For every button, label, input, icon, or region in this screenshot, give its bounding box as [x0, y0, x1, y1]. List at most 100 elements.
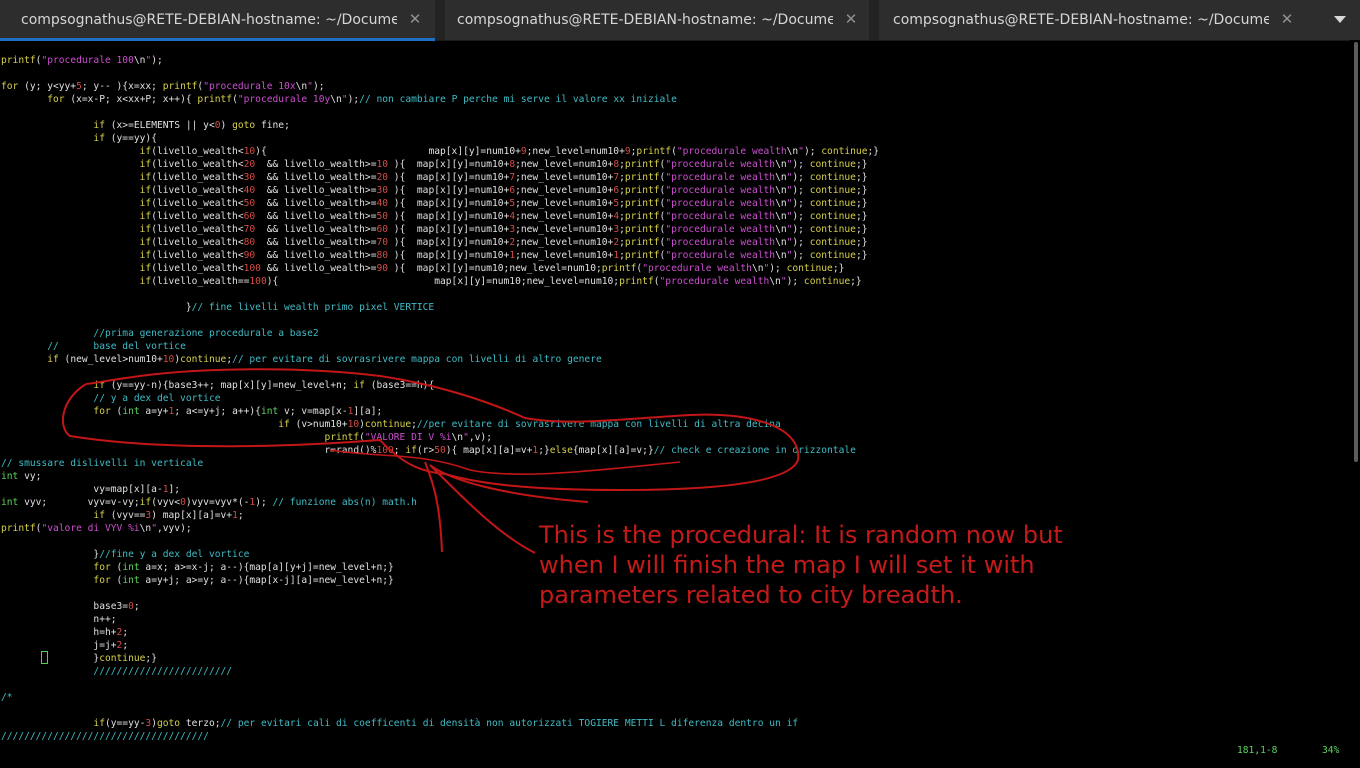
code-token: j=j+: [1, 640, 117, 651]
code-token: vy=map[x][a-: [1, 484, 163, 495]
code-token: "procedurale wealth: [665, 198, 776, 209]
code-token: printf: [624, 198, 660, 209]
code-token: 30: [243, 172, 256, 183]
code-line: j=j+2;: [1, 639, 128, 652]
code-token: if: [93, 133, 105, 144]
code-token: ;}: [855, 224, 868, 235]
code-token: );: [255, 497, 273, 508]
code-token: // y a dex del vortice: [93, 393, 221, 404]
code-line: for (int a=x; a>=x-j; a--){map[a][y+j]=n…: [1, 561, 394, 574]
code-token: (vyv==: [104, 510, 146, 521]
code-token: (y==yy-: [104, 718, 146, 729]
code-line: base3=0;: [1, 600, 139, 613]
code-token: \n: [775, 224, 787, 235]
code-line: int vy;: [1, 470, 41, 483]
code-token: "valore di VYV %i: [41, 523, 140, 534]
code-token: printf: [1, 55, 36, 66]
code-token: printf: [162, 81, 198, 92]
code-token: 40: [243, 185, 256, 196]
code-token: (livello_wealth<: [151, 237, 244, 248]
code-token: );: [769, 263, 787, 274]
code-token: 30: [376, 185, 389, 196]
code-token: (livello_wealth<: [151, 146, 244, 157]
code-token: n++;: [1, 614, 117, 625]
code-line: }//fine y a dex del vortice: [1, 548, 249, 561]
code-line: for (y; y<yy+5; y-- ){x=xx; printf("proc…: [1, 80, 325, 93]
code-token: //fine y a dex del vortice: [99, 549, 250, 560]
code-line: if(livello_wealth<70 && livello_wealth>=…: [1, 223, 868, 236]
code-token: if: [139, 276, 152, 287]
tab-title: compsognathus@RETE-DEBIAN-hostname: ~/Do…: [893, 12, 1269, 28]
code-line: if (x>=ELEMENTS || y<0) goto fine;: [1, 119, 289, 132]
code-token: 10: [376, 159, 389, 170]
cursor-position: 181,1-8: [1237, 745, 1278, 756]
close-icon[interactable]: ✕: [407, 11, 423, 27]
code-token: ){ map[x][y]=num10+: [388, 224, 510, 235]
terminal-code-view[interactable]: printf("procedurale 100\n"); for (y; y<yy…: [1, 54, 1347, 754]
code-token: \n: [775, 237, 787, 248]
code-line: }// fine livelli wealth primo pixel VERT…: [1, 301, 434, 314]
code-token: && livello_wealth>=: [255, 172, 377, 183]
code-token: ;}: [855, 172, 868, 183]
code-token: if: [139, 198, 152, 209]
code-token: 10: [243, 146, 256, 157]
code-token: printf: [197, 94, 233, 105]
code-token: // per evitare di sovrasrivere mappa con…: [232, 354, 602, 365]
code-token: a=x; a>=x-j; a--){map[a][y+j]=new_level+…: [139, 562, 394, 573]
code-token: continue: [803, 276, 851, 287]
code-token: "procedurale wealth: [665, 159, 776, 170]
code-token: 100: [376, 445, 394, 456]
chevron-down-icon[interactable]: [1334, 16, 1346, 23]
code-token: printf: [624, 237, 660, 248]
code-token: ;}: [855, 185, 868, 196]
code-token: ][a];: [353, 406, 383, 417]
annotation-line-2: when I will finish the map I will set it…: [539, 551, 1035, 579]
code-token: (livello_wealth<: [151, 185, 244, 196]
code-line: }continue;}: [1, 652, 157, 665]
code-line: h=h+2;: [1, 626, 128, 639]
code-token: if: [139, 497, 152, 508]
code-token: \n: [775, 198, 787, 209]
code-token: 60: [376, 224, 389, 235]
code-line: if(y==yy-3)goto terzo;// per evitari cal…: [1, 717, 798, 730]
code-token: }: [1, 549, 100, 560]
code-token: "procedurale wealth: [659, 276, 770, 287]
code-token: 10: [347, 419, 360, 430]
code-token: );: [792, 250, 810, 261]
code-token: (y==yy){: [104, 133, 157, 144]
code-line: vy=map[x][a-1];: [1, 483, 180, 496]
tab-terminal-1[interactable]: compsognathus@RETE-DEBIAN-hostname: ~/Do…: [0, 0, 435, 41]
code-token: printf: [1, 523, 36, 534]
code-token: else: [549, 445, 573, 456]
code-line: if(livello_wealth==100){ map[x][y]=num10…: [1, 275, 862, 288]
tab-terminal-2[interactable]: compsognathus@RETE-DEBIAN-hostname: ~/Do…: [445, 0, 869, 40]
code-line: if(livello_wealth<20 && livello_wealth>=…: [1, 158, 868, 171]
code-token: printf: [636, 146, 672, 157]
close-icon[interactable]: ✕: [1279, 11, 1295, 27]
close-icon[interactable]: ✕: [843, 11, 859, 27]
scrollbar-thumb[interactable]: [1354, 42, 1358, 462]
code-token: int: [1, 497, 19, 508]
code-token: ){ map[x][y]=num10+: [388, 250, 510, 261]
code-token: "procedurale wealth: [665, 250, 776, 261]
code-token: ){ map[x][y]=num10+: [388, 198, 510, 209]
code-token: if: [93, 718, 105, 729]
code-token: (livello_wealth<: [151, 263, 244, 274]
code-line: if(livello_wealth<10){ map[x][y]=num10+9…: [1, 145, 879, 158]
code-token: (livello_wealth<: [151, 250, 244, 261]
code-token: ){ map[x][y]=num10+: [388, 211, 510, 222]
code-token: ;}: [538, 445, 550, 456]
tab-terminal-3[interactable]: compsognathus@RETE-DEBIAN-hostname: ~/Do…: [879, 0, 1309, 40]
code-token: (r>: [416, 445, 435, 456]
code-line: // y a dex del vortice: [1, 392, 221, 405]
code-token: 20: [243, 159, 256, 170]
code-token: if: [139, 211, 152, 222]
code-token: printf: [624, 250, 660, 261]
code-token: int: [260, 406, 279, 417]
code-token: 100: [243, 263, 261, 274]
code-line: // smussare dislivelli in verticale: [1, 457, 203, 470]
code-token: printf: [624, 185, 660, 196]
code-line: for (int a=y+j; a>=y; a--){map[x-j][a]=n…: [1, 574, 393, 587]
